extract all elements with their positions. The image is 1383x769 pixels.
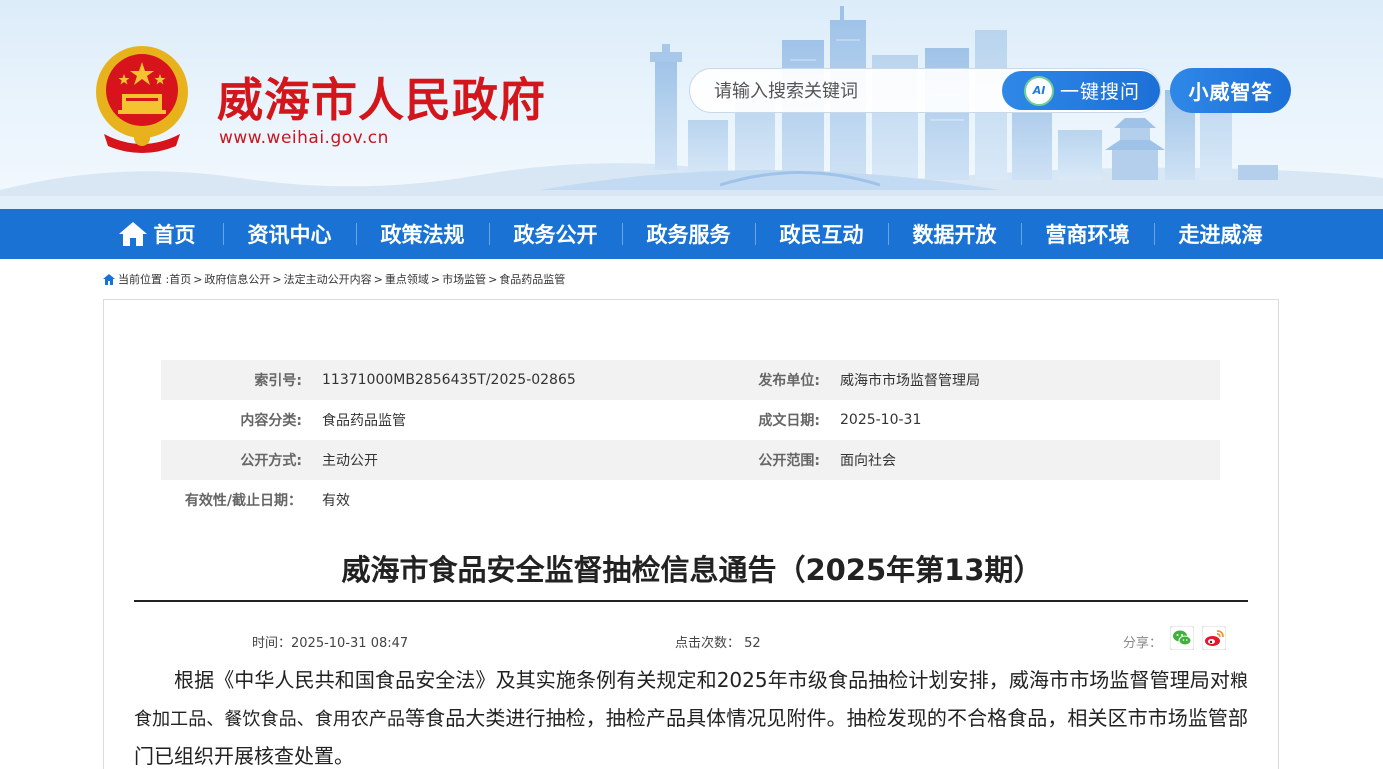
article-body: 根据《中华人民共和国食品安全法》及其实施条例有关规定和2025年市级食品抽检计划… (134, 662, 1248, 769)
date-label: 成文日期: (758, 413, 820, 429)
share-label: 分享： (1123, 636, 1163, 651)
nav-item-news[interactable]: 资讯中心 (223, 209, 356, 259)
assistant-button[interactable]: 小威智答 (1170, 68, 1291, 113)
nav-item-about-weihai[interactable]: 走进威海 (1154, 209, 1287, 259)
location-home-icon (103, 273, 115, 285)
breadcrumb-item[interactable]: 政府信息公开 (204, 271, 270, 287)
metadata-row: 有效性/截止日期： 有效 (161, 480, 1220, 520)
article-text: 根据《中华人民共和国食品安全法》及其实施条例有关规定和2025年市级食品抽检计划… (174, 668, 1230, 692)
validity-label: 有效性/截止日期： (184, 493, 302, 509)
breadcrumb-separator: > (272, 272, 282, 286)
publish-time-value: 2025-10-31 08:47 (291, 636, 409, 651)
nav-item-label: 营商环境 (1045, 223, 1130, 247)
ai-search-button[interactable]: AI 一键搜问 (1002, 71, 1160, 110)
method-value: 主动公开 (322, 453, 378, 469)
category-label: 内容分类: (240, 413, 302, 429)
content-panel: 索引号: 11371000MB2856435T/2025-02865 发布单位:… (103, 299, 1279, 769)
breadcrumb-item[interactable]: 市场监管 (442, 271, 486, 287)
breadcrumb-item[interactable]: 首页 (169, 271, 191, 287)
nav-item-label: 数据开放 (912, 223, 997, 247)
breadcrumb-separator: > (430, 272, 441, 286)
publish-time: 时间：2025-10-31 08:47 (252, 632, 408, 651)
nav-item-label: 资讯中心 (247, 223, 332, 247)
scope-label: 公开范围: (758, 453, 820, 469)
nav-item-label: 走进威海 (1178, 223, 1263, 247)
article-title: 威海市食品安全监督抽检信息通告（2025年第13期） (341, 553, 1043, 587)
nav-item-business[interactable]: 营商环境 (1021, 209, 1154, 259)
publisher-label: 发布单位: (758, 373, 820, 389)
metadata-row: 内容分类: 食品药品监管 成文日期: 2025-10-31 (161, 400, 1220, 440)
metadata-row: 公开方式: 主动公开 公开范围: 面向社会 (161, 440, 1220, 480)
breadcrumb-prefix: 当前位置 : (118, 273, 170, 286)
view-count-value: 52 (744, 636, 761, 651)
nav-item-home[interactable]: 首页 (90, 209, 223, 259)
date-value: 2025-10-31 (840, 412, 922, 428)
breadcrumb-separator: > (488, 272, 498, 286)
breadcrumb-item[interactable]: 重点领域 (385, 271, 429, 287)
site-title[interactable]: 威海市人民政府 (217, 64, 546, 130)
nav-item-label: 首页 (153, 223, 196, 247)
main-nav: 首页 资讯中心 政策法规 政务公开 政务服务 政民互动 数据开放 营商环境 走进… (0, 209, 1383, 259)
ai-icon: AI (1024, 75, 1054, 106)
nav-item-open-data[interactable]: 数据开放 (888, 209, 1021, 259)
metadata-table: 索引号: 11371000MB2856435T/2025-02865 发布单位:… (161, 360, 1220, 520)
scope-value: 面向社会 (840, 453, 896, 469)
wechat-icon[interactable] (1170, 626, 1194, 650)
nav-item-label: 政务公开 (513, 223, 598, 247)
nav-item-policies[interactable]: 政策法规 (356, 209, 489, 259)
nav-item-gov-affairs[interactable]: 政务公开 (489, 209, 622, 259)
ai-search-label: 一键搜问 (1060, 81, 1141, 103)
weibo-icon[interactable] (1202, 626, 1226, 650)
nav-item-label: 政务服务 (646, 223, 731, 247)
breadcrumb-separator: > (373, 272, 383, 286)
validity-value: 有效 (322, 493, 350, 509)
view-count: 点击次数： 52 (675, 632, 761, 651)
nav-item-interaction[interactable]: 政民互动 (755, 209, 888, 259)
search-box: AI 一键搜问 (689, 68, 1161, 113)
home-icon (118, 222, 147, 246)
national-emblem-icon (96, 46, 188, 153)
search-input[interactable] (714, 80, 974, 102)
breadcrumb-item[interactable]: 法定主动公开内容 (284, 271, 372, 287)
view-count-label: 点击次数： (675, 636, 741, 651)
method-label: 公开方式: (240, 453, 302, 469)
site-url[interactable]: www.weihai.gov.cn (219, 128, 389, 148)
publisher-value: 威海市市场监督管理局 (840, 373, 980, 389)
publish-time-label: 时间： (252, 636, 292, 651)
nav-item-label: 政民互动 (779, 223, 864, 247)
title-divider (134, 600, 1248, 602)
main-nav-list: 首页 资讯中心 政策法规 政务公开 政务服务 政民互动 数据开放 营商环境 走进… (90, 209, 1290, 259)
index-no-label: 索引号: (254, 373, 302, 389)
nav-item-services[interactable]: 政务服务 (622, 209, 755, 259)
metadata-row: 索引号: 11371000MB2856435T/2025-02865 发布单位:… (161, 360, 1220, 400)
article-paragraph: 根据《中华人民共和国食品安全法》及其实施条例有关规定和2025年市级食品抽检计划… (134, 662, 1248, 769)
nav-item-label: 政策法规 (380, 223, 465, 247)
category-value: 食品药品监管 (322, 413, 406, 429)
site-header: 威海市人民政府 www.weihai.gov.cn AI 一键搜问 小威智答 (0, 0, 1383, 209)
breadcrumb-separator: > (193, 272, 203, 286)
index-no-value: 11371000MB2856435T/2025-02865 (322, 372, 576, 388)
breadcrumb: 当前位置 : 首页 > 政府信息公开 > 法定主动公开内容 > 重点领域 > 市… (103, 270, 565, 288)
breadcrumb-item[interactable]: 食品药品监管 (499, 271, 565, 287)
article-info-bar: 时间：2025-10-31 08:47 点击次数： 52 分享： (104, 626, 1280, 656)
